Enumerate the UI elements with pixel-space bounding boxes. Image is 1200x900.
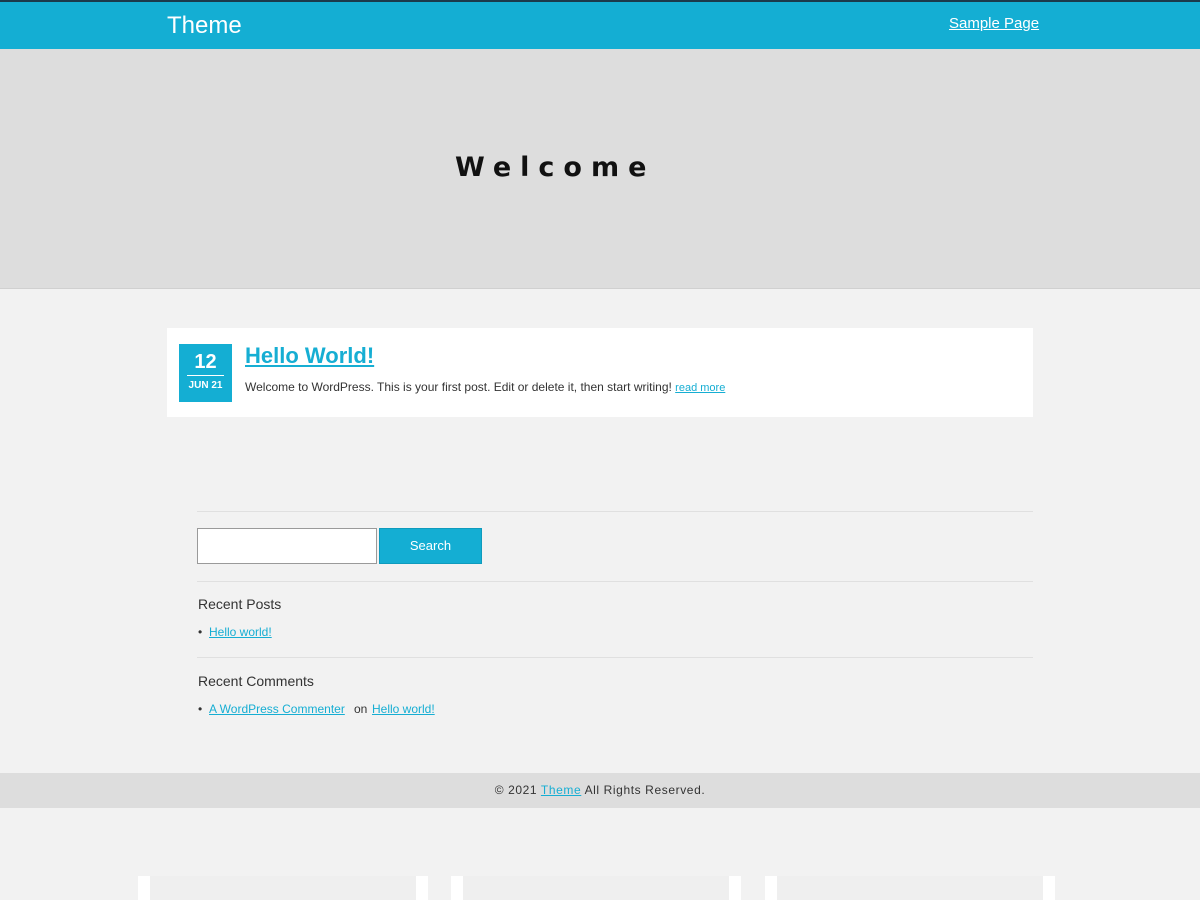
post-title-link[interactable]: Hello World!: [245, 343, 374, 369]
bottom-card: [451, 876, 741, 900]
comment-post-link[interactable]: Hello world!: [372, 702, 435, 716]
search-input[interactable]: [197, 528, 377, 564]
nav-link-sample-page[interactable]: Sample Page: [949, 15, 1039, 32]
sidebar-divider: [197, 657, 1033, 658]
bottom-card-content: [777, 876, 1043, 900]
recent-post-link[interactable]: Hello world!: [209, 625, 272, 639]
copyright-suffix: All Rights Reserved.: [584, 783, 706, 797]
recent-posts-heading: Recent Posts: [198, 596, 282, 612]
list-bullet: •: [198, 625, 203, 639]
sidebar-divider: [197, 581, 1033, 582]
bottom-card-content: [463, 876, 729, 900]
bottom-card: [138, 876, 428, 900]
copyright-prefix: © 2021: [494, 783, 538, 797]
footer-copyright: © 2021 Theme All Rights Reserved.: [0, 783, 1200, 797]
footer: © 2021 Theme All Rights Reserved.: [0, 773, 1200, 808]
hero-title: Welcome: [455, 152, 656, 183]
list-bullet: •: [198, 702, 203, 716]
search-button[interactable]: Search: [379, 528, 482, 564]
comment-author-link[interactable]: A WordPress Commenter: [209, 702, 345, 716]
site-title-link[interactable]: Theme: [167, 12, 242, 40]
post-card: 12 JUN 21 Hello World! Welcome to WordPr…: [167, 328, 1033, 417]
hero-banner: Welcome: [0, 49, 1200, 289]
comment-connector-text: on: [354, 702, 368, 716]
recent-comments-heading: Recent Comments: [198, 673, 314, 689]
read-more-link[interactable]: read more: [675, 382, 725, 394]
post-date-month: JUN 21: [188, 380, 223, 391]
bottom-card-content: [150, 876, 416, 900]
footer-site-link[interactable]: Theme: [541, 783, 581, 797]
post-excerpt-text: Welcome to WordPress. This is your first…: [245, 380, 672, 394]
top-navigation-bar: Theme Sample Page: [0, 0, 1200, 49]
date-divider: [187, 375, 224, 376]
post-date-badge: 12 JUN 21: [179, 344, 232, 402]
bottom-card: [765, 876, 1055, 900]
sidebar-divider: [197, 511, 1033, 512]
post-excerpt: Welcome to WordPress. This is your first…: [245, 380, 725, 394]
post-date-day: 12: [194, 351, 217, 373]
